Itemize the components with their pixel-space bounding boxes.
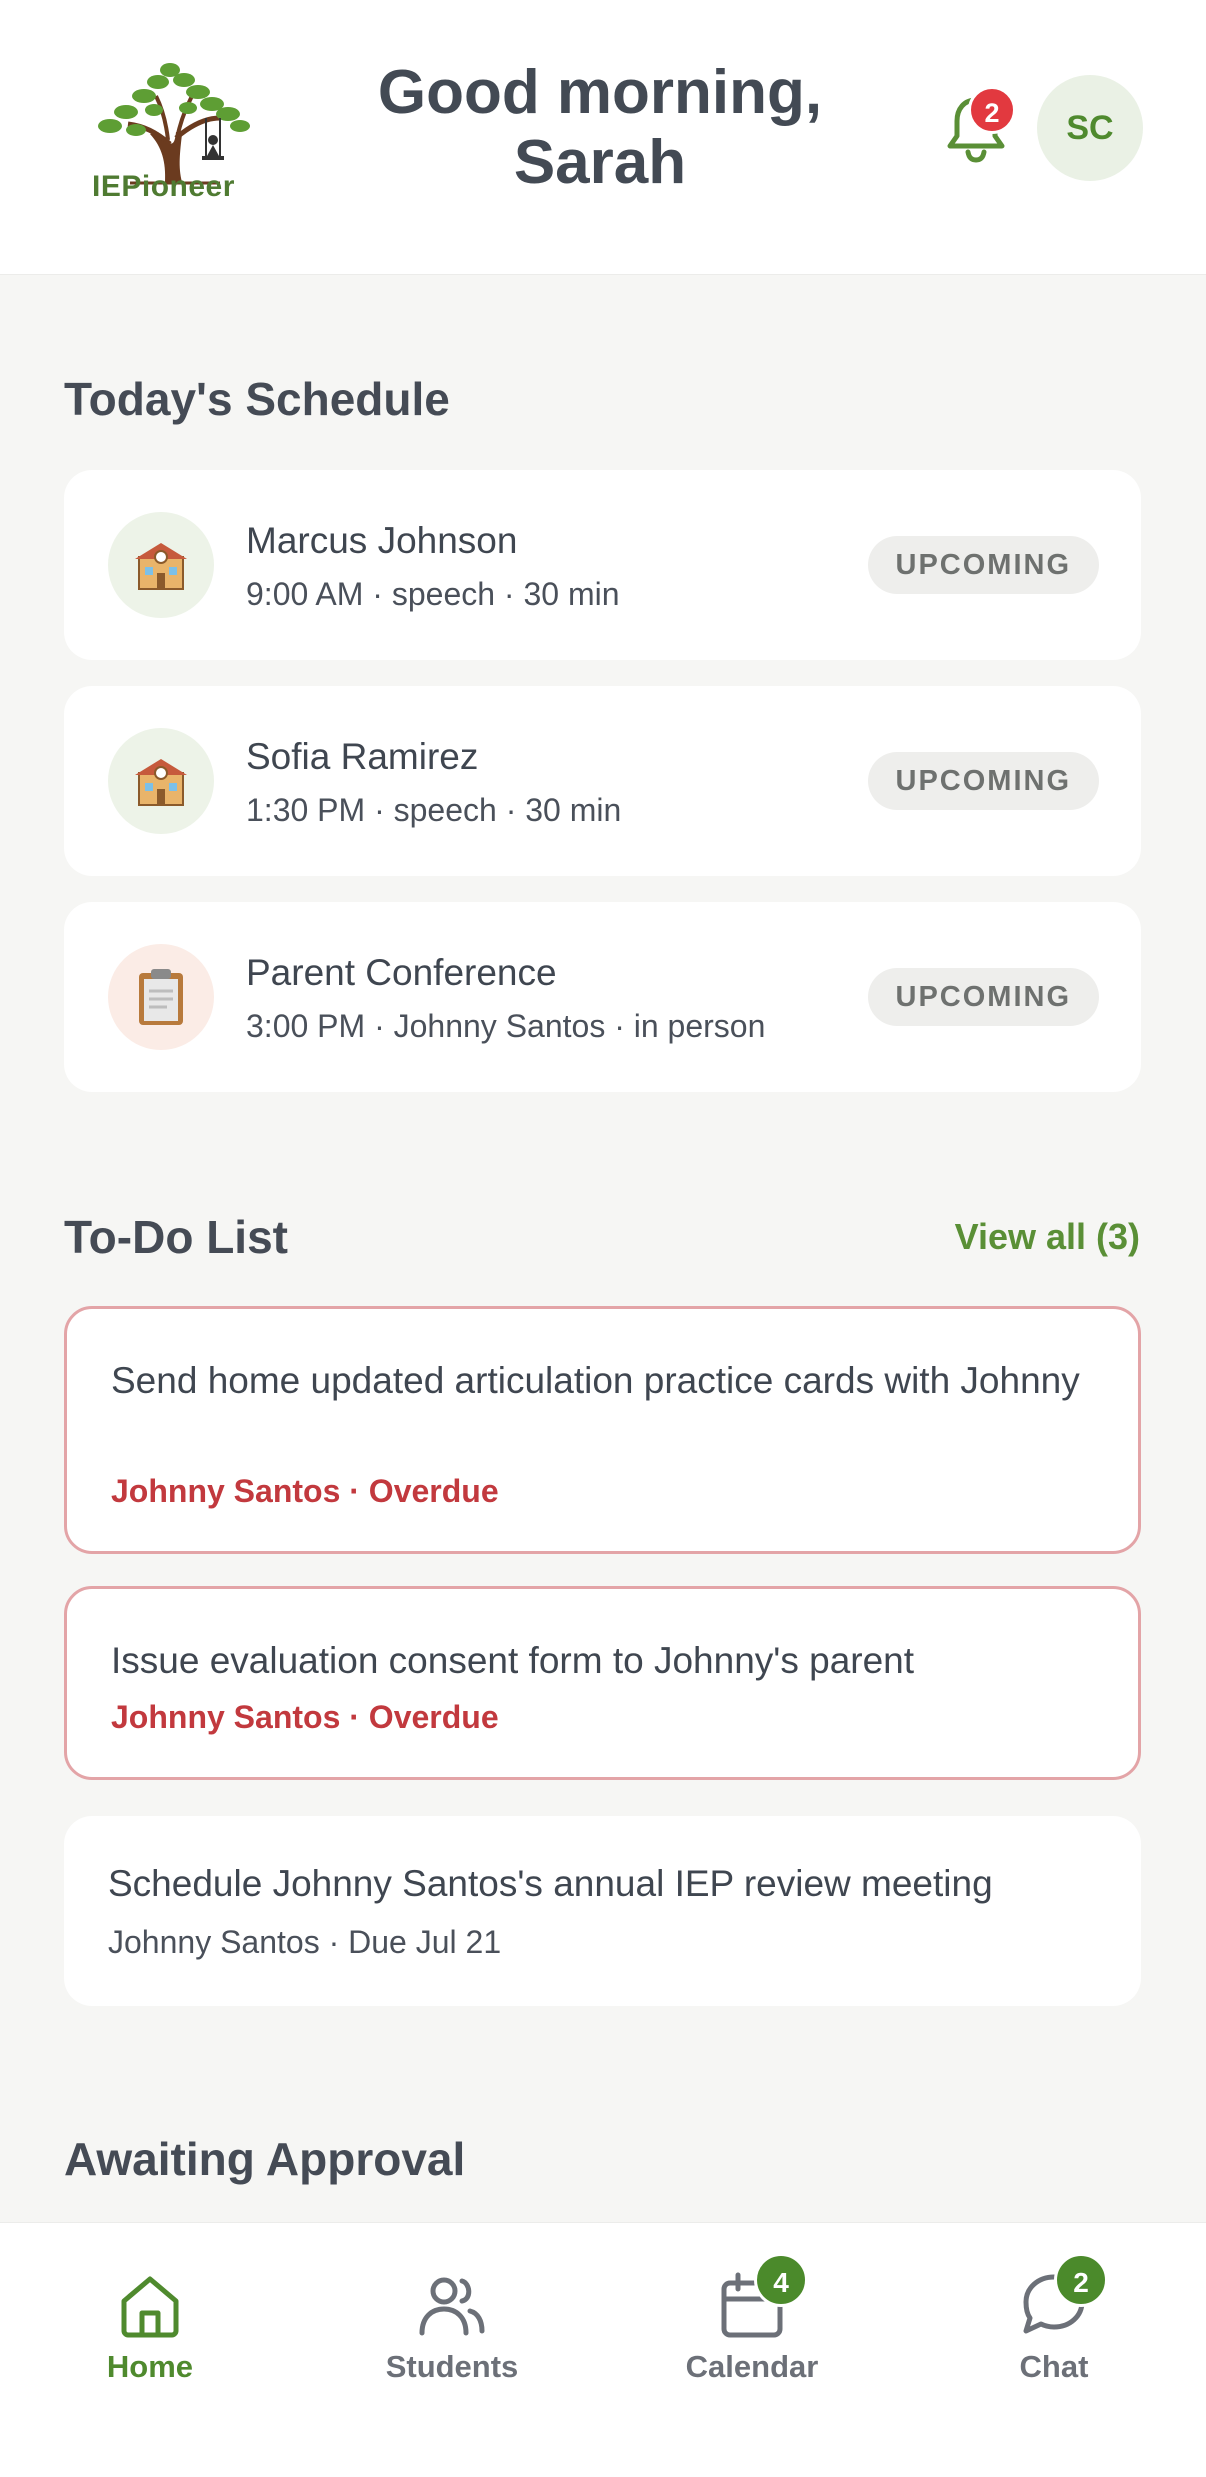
chat-count-badge: 2 [1054, 2253, 1108, 2307]
nav-chat[interactable]: 2 Chat [904, 2223, 1204, 2403]
schedule-item-name: Marcus Johnson [246, 520, 518, 561]
approval-section-title: Awaiting Approval [64, 2133, 466, 2185]
logo-wordmark: IEPioneer [92, 170, 235, 203]
app-header: IEPioneer Good morning, Sarah 2 SC [0, 0, 1206, 275]
clipboard-icon [108, 944, 214, 1050]
greeting-title: Good morning, Sarah [377, 58, 823, 197]
user-avatar[interactable]: SC [1037, 75, 1143, 181]
schedule-section-title: Today's Schedule [64, 373, 450, 425]
view-all-todos-link[interactable]: View all (3) [955, 1216, 1140, 1258]
schedule-item-name: Parent Conference [246, 952, 557, 993]
calendar-count-badge: 4 [754, 2253, 808, 2307]
notification-count-badge: 2 [968, 86, 1016, 134]
nav-home[interactable]: Home [0, 2223, 300, 2403]
home-icon [121, 2276, 179, 2338]
status-badge: UPCOMING [867, 968, 1099, 1026]
school-building-icon [108, 728, 214, 834]
home-screen: IEPioneer Good morning, Sarah 2 SC Today… [0, 0, 1206, 2477]
schedule-item-meta: 3:00 PM · Johnny Santos · in person [246, 1008, 766, 1044]
schedule-item-name: Sofia Ramirez [246, 736, 479, 777]
todo-item-text: Schedule Johnny Santos's annual IEP revi… [108, 1863, 993, 1904]
bottom-navigation: Home Students 4 Calendar 2 Chat [0, 2222, 1206, 2477]
nav-calendar[interactable]: 4 Calendar [602, 2223, 902, 2403]
nav-label: Chat [1019, 2349, 1089, 2384]
nav-label: Students [385, 2349, 519, 2384]
todo-section-title: To-Do List [64, 1211, 288, 1263]
school-building-icon [108, 512, 214, 618]
schedule-item[interactable]: Sofia Ramirez 1:30 PM · speech · 30 min … [64, 686, 1141, 876]
todo-item-text: Send home updated articulation practice … [111, 1360, 1080, 1401]
app-logo: IEPioneer [70, 52, 270, 212]
nav-students[interactable]: Students [302, 2223, 602, 2403]
nav-label: Home [106, 2349, 194, 2384]
nav-label: Calendar [685, 2349, 819, 2384]
todo-item-text: Issue evaluation consent form to Johnny'… [111, 1640, 915, 1681]
students-icon [419, 2277, 485, 2336]
status-badge: UPCOMING [867, 536, 1099, 594]
schedule-item[interactable]: Marcus Johnson 9:00 AM · speech · 30 min… [64, 470, 1141, 660]
todo-item-meta: Johnny Santos · Overdue [111, 1699, 499, 1735]
todo-item[interactable]: Send home updated articulation practice … [64, 1306, 1141, 1554]
todo-item-meta: Johnny Santos · Due Jul 21 [108, 1924, 502, 1960]
status-badge: UPCOMING [867, 752, 1099, 810]
schedule-item-meta: 1:30 PM · speech · 30 min [246, 792, 622, 828]
schedule-item-meta: 9:00 AM · speech · 30 min [246, 576, 620, 612]
todo-item-meta: Johnny Santos · Overdue [111, 1473, 499, 1509]
todo-item[interactable]: Schedule Johnny Santos's annual IEP revi… [64, 1816, 1141, 2006]
schedule-item[interactable]: Parent Conference 3:00 PM · Johnny Santo… [64, 902, 1141, 1092]
todo-item[interactable]: Issue evaluation consent form to Johnny'… [64, 1586, 1141, 1780]
